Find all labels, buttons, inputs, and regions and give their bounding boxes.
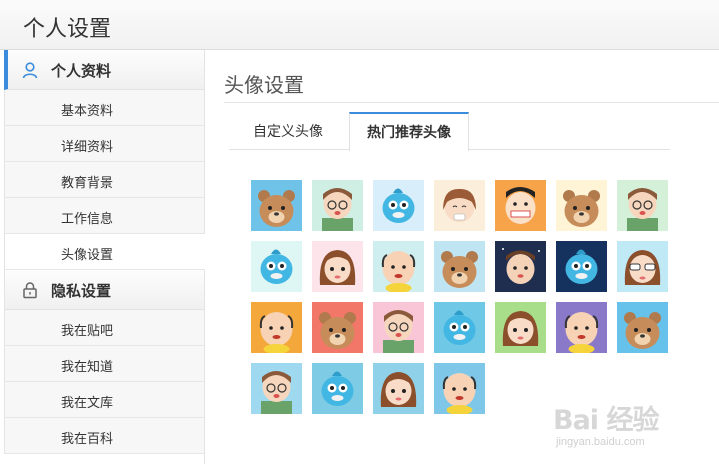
avatar-image — [312, 363, 363, 414]
sidebar-item-work[interactable]: 工作信息 — [4, 198, 204, 234]
tab-hot-avatars[interactable]: 热门推荐头像 — [349, 112, 469, 151]
divider — [224, 102, 719, 103]
avatar-image — [373, 363, 424, 414]
avatar-option-20[interactable] — [556, 302, 607, 353]
sidebar-item-label: 头像设置 — [61, 247, 114, 262]
avatar-image — [251, 180, 302, 231]
avatar-option-2[interactable] — [312, 180, 363, 231]
avatar-image — [617, 180, 668, 231]
avatar-option-13[interactable] — [556, 241, 607, 292]
sidebar-item-zhidao[interactable]: 我在知道 — [4, 346, 204, 382]
avatar-image — [617, 241, 668, 292]
avatar-option-25[interactable] — [434, 363, 485, 414]
lock-icon — [23, 282, 37, 299]
avatar-image — [312, 302, 363, 353]
avatar-option-24[interactable] — [373, 363, 424, 414]
avatar-option-23[interactable] — [312, 363, 363, 414]
avatar-image — [251, 363, 302, 414]
avatar-image — [434, 180, 485, 231]
sidebar-item-label: 教育背景 — [61, 175, 114, 190]
sidebar-item-label: 详细资料 — [61, 139, 114, 154]
avatar-option-14[interactable] — [617, 241, 668, 292]
sidebar-item-basic[interactable]: 基本资料 — [4, 90, 204, 126]
avatar-option-10[interactable] — [373, 241, 424, 292]
avatar-image — [495, 302, 546, 353]
avatar-image — [312, 241, 363, 292]
sidebar-group-profile[interactable]: 个人资料 — [4, 50, 204, 90]
avatar-image — [495, 241, 546, 292]
sidebar-item-avatar[interactable]: 头像设置 — [4, 234, 205, 270]
user-icon — [22, 62, 38, 79]
avatar-option-21[interactable] — [617, 302, 668, 353]
avatar-image — [251, 302, 302, 353]
sidebar: 个人资料 基本资料 详细资料 教育背景 工作信息 头像设置 隐私设置 我在贴吧 … — [4, 50, 205, 464]
avatar-image — [373, 180, 424, 231]
tab-custom-avatar[interactable]: 自定义头像 — [229, 112, 347, 150]
sidebar-item-label: 我在知道 — [61, 359, 114, 374]
avatar-option-11[interactable] — [434, 241, 485, 292]
sidebar-item-label: 我在贴吧 — [61, 323, 114, 338]
avatar-image — [556, 302, 607, 353]
avatar-option-16[interactable] — [312, 302, 363, 353]
sidebar-group-privacy[interactable]: 隐私设置 — [4, 270, 204, 310]
sidebar-item-label: 我在文库 — [61, 395, 114, 410]
watermark-url: jingyan.baidu.com — [556, 436, 645, 448]
avatar-option-12[interactable] — [495, 241, 546, 292]
sidebar-item-tieba[interactable]: 我在贴吧 — [4, 310, 204, 346]
avatar-option-17[interactable] — [373, 302, 424, 353]
watermark-logo-text: Bai 经验 — [553, 405, 659, 436]
avatar-image — [373, 302, 424, 353]
avatar-image — [434, 363, 485, 414]
section-title: 头像设置 — [224, 75, 304, 97]
avatar-image — [556, 180, 607, 231]
avatar-image — [495, 180, 546, 231]
sidebar-item-label: 工作信息 — [61, 211, 114, 226]
avatar-option-6[interactable] — [556, 180, 607, 231]
baidu-jingyan-watermark: Bai 经验 jingyan.baidu.com — [553, 398, 693, 458]
avatar-option-3[interactable] — [373, 180, 424, 231]
avatar-tabs: 自定义头像 热门推荐头像 — [229, 112, 670, 151]
sidebar-item-detail[interactable]: 详细资料 — [4, 126, 204, 162]
avatar-option-4[interactable] — [434, 180, 485, 231]
avatar-option-1[interactable] — [251, 180, 302, 231]
avatar-image — [434, 241, 485, 292]
avatar-option-7[interactable] — [617, 180, 668, 231]
avatar-option-19[interactable] — [495, 302, 546, 353]
avatar-option-8[interactable] — [251, 241, 302, 292]
top-header: 个人设置 — [0, 0, 719, 50]
avatar-image — [434, 302, 485, 353]
sidebar-item-education[interactable]: 教育背景 — [4, 162, 204, 198]
sidebar-item-label: 我在百科 — [61, 431, 114, 446]
avatar-option-18[interactable] — [434, 302, 485, 353]
sidebar-group-label: 隐私设置 — [51, 283, 112, 300]
sidebar-item-wenku[interactable]: 我在文库 — [4, 382, 204, 418]
avatar-option-15[interactable] — [251, 302, 302, 353]
avatar-option-9[interactable] — [312, 241, 363, 292]
sidebar-group-label: 个人资料 — [51, 63, 112, 80]
avatar-image — [617, 302, 668, 353]
sidebar-item-baike[interactable]: 我在百科 — [4, 418, 204, 454]
avatar-option-22[interactable] — [251, 363, 302, 414]
avatar-option-5[interactable] — [495, 180, 546, 231]
avatar-image — [312, 180, 363, 231]
sidebar-item-label: 基本资料 — [61, 103, 114, 118]
page-title: 个人设置 — [23, 16, 112, 41]
avatar-image — [556, 241, 607, 292]
avatar-image — [251, 241, 302, 292]
avatar-image — [373, 241, 424, 292]
